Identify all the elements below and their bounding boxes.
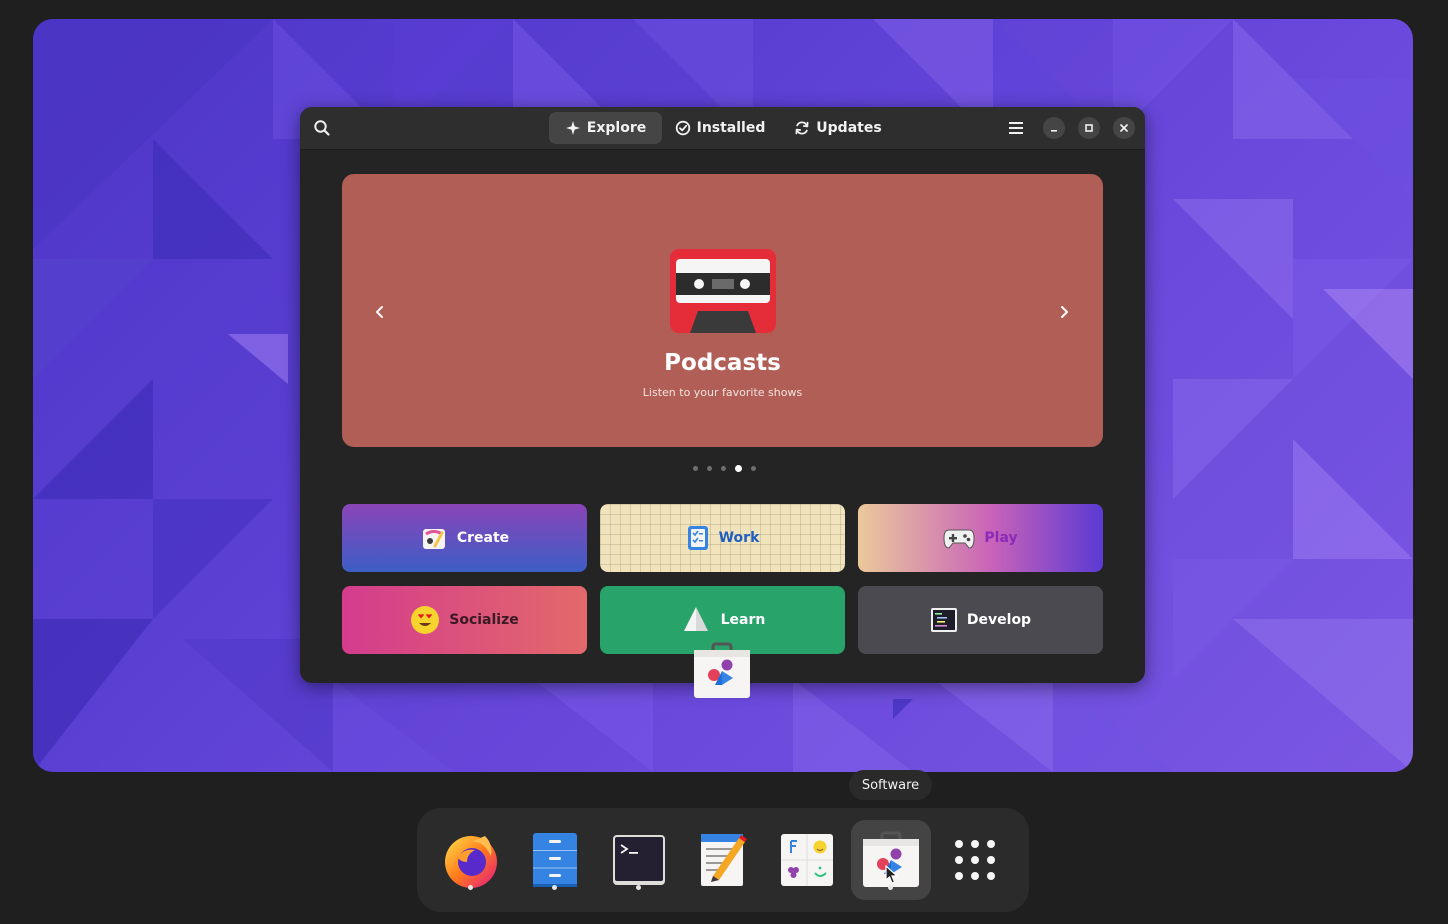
sparkle-icon	[565, 121, 580, 135]
file-cabinet-icon	[533, 833, 577, 887]
software-window: Explore Installed Updates Podcasts Liste…	[300, 107, 1145, 683]
tab-explore[interactable]: Explore	[549, 112, 662, 144]
checklist-icon	[687, 526, 708, 550]
dash-dock	[417, 808, 1029, 912]
category-learn-label: Learn	[720, 612, 766, 628]
text-editor-icon	[701, 834, 747, 886]
featured-banner[interactable]: Podcasts Listen to your favorite shows	[342, 174, 1103, 447]
carousel-dot-5[interactable]	[751, 466, 756, 471]
close-icon	[1120, 124, 1128, 132]
code-editor-icon	[930, 608, 957, 632]
carousel-dot-2[interactable]	[707, 466, 712, 471]
category-socialize-label: Socialize	[449, 612, 519, 628]
category-develop[interactable]: Develop	[858, 586, 1103, 654]
category-develop-label: Develop	[966, 612, 1032, 628]
category-play-label: Play	[984, 530, 1018, 546]
running-indicator-firefox	[468, 885, 473, 890]
chevron-left-icon	[376, 306, 383, 318]
carousel-previous-button[interactable]	[364, 296, 396, 328]
software-bag-icon[interactable]	[693, 642, 751, 700]
banner-title: Podcasts	[664, 350, 781, 376]
running-indicator-files	[552, 885, 557, 890]
chevron-right-icon	[1061, 306, 1068, 318]
dock-app-characters[interactable]	[767, 820, 847, 900]
sailboat-icon	[683, 607, 708, 631]
running-indicator-terminal	[636, 885, 641, 890]
heart-eyes-emoji-icon	[411, 606, 440, 634]
refresh-icon	[795, 121, 809, 135]
dock-app-text-editor[interactable]	[683, 820, 763, 900]
carousel-dot-4[interactable]	[735, 465, 742, 472]
characters-icon	[781, 834, 833, 886]
mouse-cursor-icon	[885, 865, 899, 884]
gamepad-icon	[943, 529, 975, 549]
tab-installed[interactable]: Installed	[673, 112, 767, 144]
minimize-button[interactable]	[1043, 117, 1065, 139]
maximize-icon	[1085, 124, 1093, 132]
header-bar: Explore Installed Updates	[300, 107, 1145, 150]
carousel-dot-3[interactable]	[721, 466, 726, 471]
hamburger-menu-icon	[1009, 122, 1023, 134]
banner-subtitle: Listen to your favorite shows	[642, 386, 803, 399]
tab-updates-label: Updates	[816, 120, 882, 136]
category-create[interactable]: Create	[342, 504, 587, 572]
maximize-button[interactable]	[1078, 117, 1100, 139]
carousel-indicator	[693, 465, 756, 472]
show-apps-button[interactable]	[935, 820, 1015, 900]
carousel-dot-1[interactable]	[693, 466, 698, 471]
running-indicator-software	[888, 885, 893, 890]
tab-updates[interactable]: Updates	[791, 112, 885, 144]
category-socialize[interactable]: Socialize	[342, 586, 587, 654]
category-work[interactable]: Work	[600, 504, 845, 572]
paint-palette-icon	[422, 529, 445, 549]
close-button[interactable]	[1113, 117, 1135, 139]
tab-explore-label: Explore	[586, 120, 647, 136]
minimize-icon	[1051, 130, 1057, 132]
check-circle-icon	[675, 120, 690, 136]
category-work-label: Work	[718, 530, 760, 546]
category-play[interactable]: Play	[858, 504, 1103, 572]
terminal-icon	[613, 835, 665, 885]
search-button[interactable]	[308, 114, 336, 142]
main-menu-button[interactable]	[1002, 114, 1030, 142]
dock-tooltip: Software	[849, 770, 932, 800]
carousel-next-button[interactable]	[1048, 296, 1080, 328]
tab-installed-label: Installed	[696, 120, 766, 136]
category-create-label: Create	[456, 530, 510, 546]
search-icon	[314, 120, 330, 136]
firefox-icon	[445, 836, 497, 888]
app-grid-icon	[955, 840, 995, 880]
cassette-tape-icon	[670, 249, 776, 333]
